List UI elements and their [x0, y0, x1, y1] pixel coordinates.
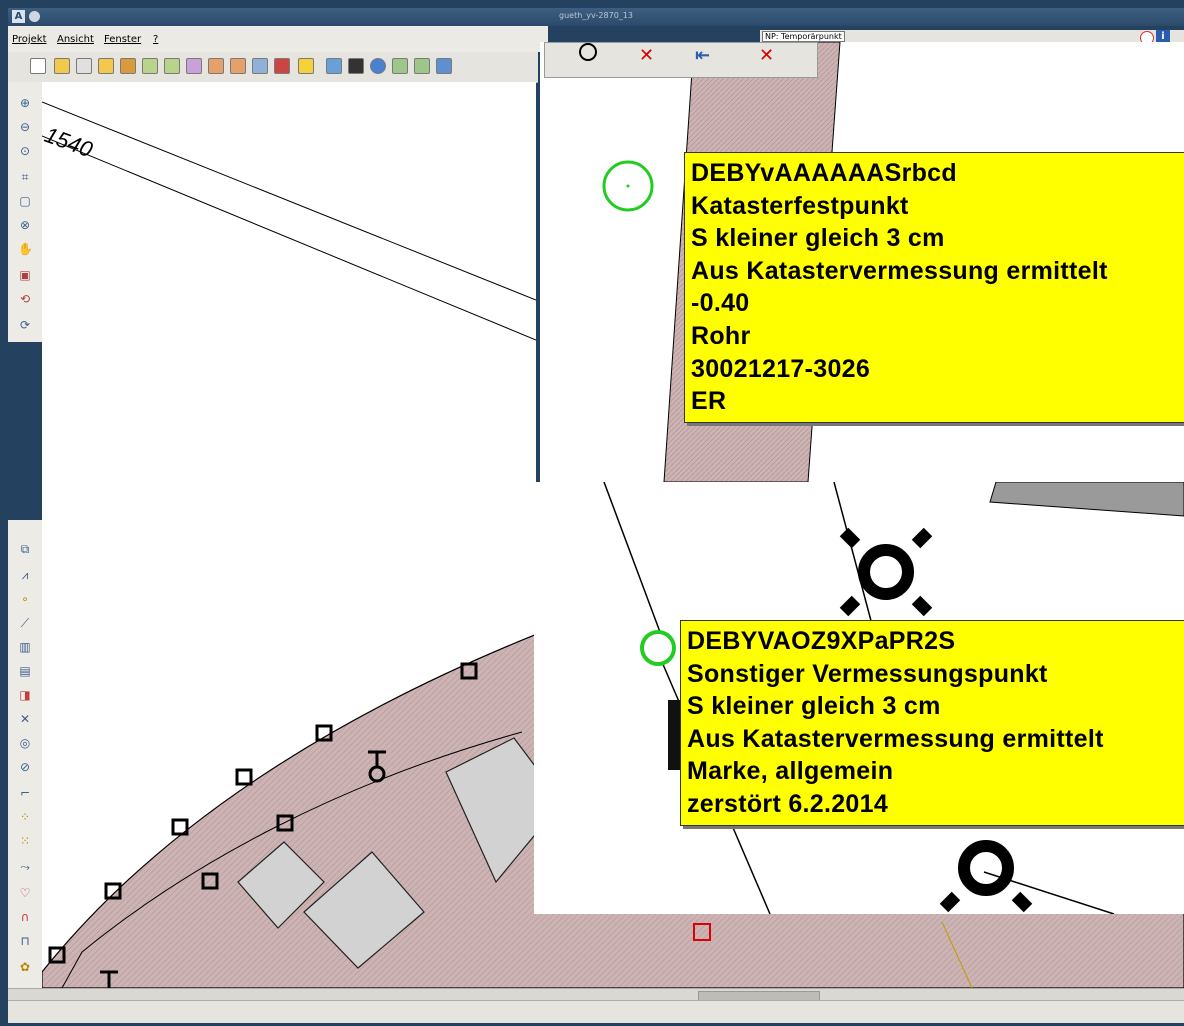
- info-circle-icon[interactable]: [370, 58, 386, 74]
- refresh-map-icon[interactable]: ▣: [18, 268, 32, 282]
- warning-icon[interactable]: [298, 58, 314, 74]
- copy-object-icon[interactable]: ⧉: [18, 542, 32, 556]
- zoom-selection-icon[interactable]: ⊗: [18, 218, 32, 232]
- line-icon[interactable]: ⟋: [18, 616, 32, 630]
- cross-icon[interactable]: ✕: [18, 712, 32, 726]
- tooltip-1-line-6: Rohr: [691, 321, 751, 350]
- power-icon[interactable]: [30, 58, 46, 74]
- layer-icon[interactable]: [142, 58, 158, 74]
- measure-angle-icon[interactable]: [414, 58, 430, 74]
- tooltip-1-line-8: ER: [691, 387, 727, 416]
- print-icon[interactable]: [208, 58, 224, 74]
- zoom-previous-icon[interactable]: ⊙: [18, 144, 32, 158]
- pan-hand-icon[interactable]: ✋: [18, 242, 33, 256]
- print-preview-icon[interactable]: [230, 58, 246, 74]
- window-titlebar: A gueth_yv-2870_13: [8, 8, 1184, 26]
- tooltip-sonstiger-vermessungspunkt: DEBYVAOZ9XPaPR2S Sonstiger Vermessungspu…: [680, 620, 1184, 826]
- tooltip-2-line-3: S kleiner gleich 3 cm: [687, 692, 941, 721]
- np-point-select[interactable]: NP: Temporärpunkt: [762, 31, 845, 42]
- delete-icon[interactable]: [274, 58, 290, 74]
- move-point-icon[interactable]: ⇤: [695, 45, 710, 66]
- tooltip-1-line-5: -0.40: [691, 289, 750, 318]
- tooltip-1-line-7: 30021217-3026: [691, 354, 871, 383]
- tooltip-2-line-2: Sonstiger Vermessungspunkt: [687, 659, 1048, 688]
- circle-icon[interactable]: ◎: [18, 736, 32, 750]
- vertex-icon[interactable]: ⁘: [18, 810, 32, 824]
- clock-icon[interactable]: [579, 43, 597, 61]
- status-bar: [8, 1000, 1184, 1023]
- no-entry-icon[interactable]: ⊘: [18, 760, 32, 774]
- editing-toolbar: ⧉ ⩘ ∘ ⟋ ▥ ▤ ◨ ✕ ◎ ⊘ ⌐ ⁘ ⁙ ⤳ ♡ ∩ ⊓ ✿: [8, 520, 42, 990]
- signal-icon[interactable]: ⊓: [18, 934, 32, 948]
- inset-toolbar: ✕ ⇤ ✕: [544, 42, 818, 78]
- tooltip-2-line-6: zerstört 6.2.2014: [687, 789, 889, 818]
- remove-point-icon[interactable]: ✕: [759, 45, 774, 66]
- heart-icon[interactable]: ♡: [18, 886, 32, 900]
- menu-help[interactable]: ?: [153, 34, 158, 45]
- scatter-icon[interactable]: ⁙: [18, 834, 32, 848]
- magnet-icon[interactable]: ∩: [18, 910, 32, 924]
- zoom-inset-bottom: DEBYVAOZ9XPaPR2S Sonstiger Vermessungspu…: [534, 482, 1184, 914]
- tooltip-1-line-3: S kleiner gleich 3 cm: [691, 224, 945, 253]
- layer-delete-icon[interactable]: [186, 58, 202, 74]
- tooltip-1-line-4: Aus Katastervermessung ermittelt: [691, 256, 1108, 285]
- menu-projekt[interactable]: Projekt: [12, 34, 47, 45]
- save-icon[interactable]: [76, 58, 92, 74]
- tooltip-2-line-4: Aus Katastervermessung ermittelt: [687, 724, 1104, 753]
- window-icon[interactable]: [436, 58, 452, 74]
- road-lines: [41, 101, 537, 341]
- edit-icon[interactable]: [252, 58, 268, 74]
- navigation-toolbar: ⊕ ⊖ ⊙ ⌗ ▢ ⊗ ✋ ▣ ⟲ ⟳: [8, 82, 42, 342]
- main-toolbar: [8, 52, 538, 83]
- open-folder-icon[interactable]: [54, 58, 70, 74]
- zoom-extent-icon[interactable]: ⌗: [18, 170, 32, 184]
- menu-ansicht[interactable]: Ansicht: [57, 34, 94, 45]
- point-icon[interactable]: ∘: [18, 592, 32, 606]
- zoom-in-icon[interactable]: ⊕: [18, 96, 32, 110]
- curve-icon[interactable]: ⤳: [18, 860, 32, 874]
- tooltip-2-line-5: Marke, allgemein: [687, 757, 894, 786]
- menu-fenster[interactable]: Fenster: [104, 34, 141, 45]
- zoom-inset-top: DEBYvAAAAAASrbcd Katasterfestpunkt S kle…: [540, 42, 1184, 482]
- zoom-window-icon[interactable]: ▢: [18, 194, 32, 208]
- export-icon[interactable]: [120, 58, 136, 74]
- search-icon[interactable]: [326, 58, 342, 74]
- flower-icon[interactable]: ✿: [18, 960, 32, 974]
- tooltip-1-line-2: Katasterfestpunkt: [691, 191, 909, 220]
- delete-point-icon[interactable]: ✕: [639, 45, 654, 66]
- tooltip-katasterfestpunkt: DEBYvAAAAAASrbcd Katasterfestpunkt S kle…: [684, 152, 1184, 423]
- measure-icon[interactable]: [392, 58, 408, 74]
- redraw-icon[interactable]: ⟲: [18, 292, 32, 306]
- fill-icon[interactable]: ◨: [18, 688, 32, 702]
- zoom-out-icon[interactable]: ⊖: [18, 120, 32, 134]
- chart-icon[interactable]: ⩘: [18, 568, 32, 582]
- window-title: gueth_yv-2870_13: [559, 11, 633, 20]
- area-icon[interactable]: ▥: [18, 640, 32, 654]
- binoculars-icon[interactable]: [348, 58, 364, 74]
- map-canvas-top[interactable]: 1540: [41, 82, 537, 502]
- tooltip-2-line-1: DEBYVAOZ9XPaPR2S: [687, 627, 956, 655]
- menu-bar: Projekt Ansicht Fenster ?: [8, 26, 548, 52]
- tooltip-1-line-1: DEBYvAAAAAASrbcd: [691, 159, 957, 187]
- split-line-icon[interactable]: ⌐: [18, 786, 32, 800]
- folder-icon[interactable]: [98, 58, 114, 74]
- restore-icon[interactable]: ⟳: [18, 318, 32, 332]
- layer-edit-icon[interactable]: [164, 58, 180, 74]
- stack-icon[interactable]: ▤: [18, 664, 32, 678]
